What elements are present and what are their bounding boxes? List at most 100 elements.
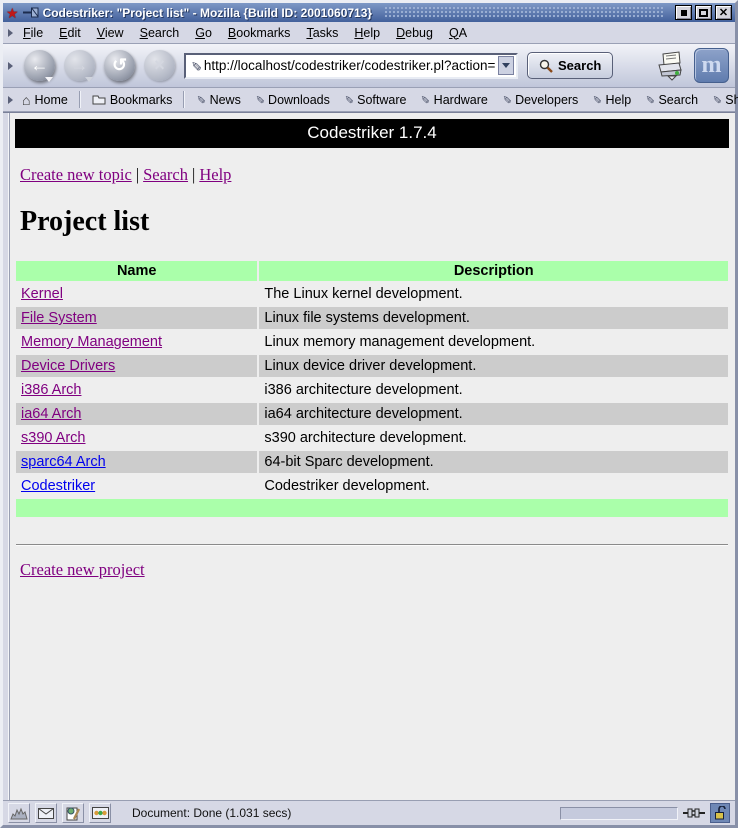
project-link[interactable]: sparc64 Arch bbox=[21, 454, 106, 470]
toolbar-separator bbox=[79, 91, 81, 108]
create-new-project-link[interactable]: Create new project bbox=[20, 560, 145, 579]
project-description: i386 architecture development. bbox=[259, 379, 728, 401]
bookmark-label: Help bbox=[606, 93, 632, 107]
folder-icon bbox=[92, 94, 106, 105]
url-dropdown-button[interactable] bbox=[498, 56, 514, 75]
table-row: i386 Arch i386 architecture development. bbox=[16, 379, 728, 401]
bookmark-item-software[interactable]: ✎Software bbox=[337, 91, 414, 109]
column-header-name: Name bbox=[16, 261, 257, 281]
bookmark-item-bookmarks[interactable]: Bookmarks bbox=[85, 91, 180, 109]
reload-button[interactable]: ↺ bbox=[104, 50, 135, 81]
project-link[interactable]: Memory Management bbox=[21, 334, 162, 350]
bookmark-label: Developers bbox=[515, 93, 578, 107]
project-link[interactable]: i386 Arch bbox=[21, 382, 81, 398]
mail-icon bbox=[38, 808, 54, 819]
back-button[interactable]: ← bbox=[24, 50, 55, 81]
toolbar-grippy[interactable] bbox=[5, 44, 15, 87]
project-link[interactable]: Kernel bbox=[21, 286, 63, 302]
navigator-component-button[interactable] bbox=[8, 803, 30, 823]
projects-table: Name Description Kernel The Linux kernel… bbox=[14, 259, 730, 519]
table-row: Codestriker Codestriker development. bbox=[16, 475, 728, 497]
project-link[interactable]: Codestriker bbox=[21, 478, 95, 494]
page-nav-links: Create new topic|Search|Help bbox=[20, 165, 730, 185]
menu-debug[interactable]: Debug bbox=[388, 23, 441, 43]
search-button-label: Search bbox=[558, 58, 601, 73]
quill-icon: ✎ bbox=[194, 95, 207, 104]
column-header-description: Description bbox=[259, 261, 728, 281]
menu-bookmarks[interactable]: Bookmarks bbox=[220, 23, 299, 43]
minimize-button[interactable] bbox=[675, 5, 692, 20]
project-link[interactable]: ia64 Arch bbox=[21, 406, 81, 422]
close-button[interactable]: ✕ bbox=[715, 5, 732, 20]
horizontal-rule bbox=[16, 544, 728, 546]
minimize-icon bbox=[681, 10, 687, 16]
bookmark-label: Shop bbox=[725, 93, 738, 107]
menu-view[interactable]: View bbox=[89, 23, 132, 43]
bookmark-label: Search bbox=[658, 93, 698, 107]
help-link[interactable]: Help bbox=[199, 165, 231, 184]
home-icon: ⌂ bbox=[22, 93, 30, 107]
url-input[interactable] bbox=[204, 58, 495, 73]
bookmark-item-home[interactable]: ⌂ Home bbox=[15, 91, 75, 109]
menu-tasks[interactable]: Tasks bbox=[298, 23, 346, 43]
window-manager-star-icon: ★ bbox=[6, 6, 19, 20]
menu-edit[interactable]: Edit bbox=[51, 23, 89, 43]
bookmark-label: Hardware bbox=[434, 93, 488, 107]
window-pin-icon[interactable] bbox=[23, 7, 39, 18]
menu-help[interactable]: Help bbox=[346, 23, 388, 43]
addressbook-component-button[interactable] bbox=[89, 803, 111, 823]
security-button[interactable] bbox=[710, 803, 730, 823]
menubar-grippy[interactable] bbox=[5, 22, 15, 43]
project-description: Linux memory management development. bbox=[259, 331, 728, 353]
bookmark-item-hardware[interactable]: ✎Hardware bbox=[413, 91, 494, 109]
table-row: sparc64 Arch 64-bit Sparc development. bbox=[16, 451, 728, 473]
composer-component-button[interactable] bbox=[62, 803, 84, 823]
project-link[interactable]: Device Drivers bbox=[21, 358, 115, 374]
create-new-topic-link[interactable]: Create new topic bbox=[20, 165, 132, 184]
create-project-section: Create new project bbox=[20, 560, 730, 580]
mail-component-button[interactable] bbox=[35, 803, 57, 823]
personal-toolbar-grippy[interactable] bbox=[5, 88, 15, 111]
menu-qa[interactable]: QA bbox=[441, 23, 475, 43]
bookmark-item-shop[interactable]: ✎Shop bbox=[705, 91, 738, 109]
project-link[interactable]: s390 Arch bbox=[21, 430, 86, 446]
project-description: Linux file systems development. bbox=[259, 307, 728, 329]
stop-button[interactable]: × bbox=[144, 50, 175, 81]
bookmark-item-downloads[interactable]: ✎Downloads bbox=[248, 91, 337, 109]
menu-file[interactable]: File bbox=[15, 23, 51, 43]
bookmark-item-developers[interactable]: ✎Developers bbox=[495, 91, 585, 109]
project-description: Linux device driver development. bbox=[259, 355, 728, 377]
titlebar[interactable]: ★ Codestriker: "Project list" - Mozilla … bbox=[3, 3, 735, 22]
search-link[interactable]: Search bbox=[143, 165, 188, 184]
mozilla-throbber[interactable]: m bbox=[694, 48, 729, 83]
search-button[interactable]: Search bbox=[527, 52, 613, 79]
table-row: Kernel The Linux kernel development. bbox=[16, 283, 728, 305]
bookmark-item-help[interactable]: ✎Help bbox=[585, 91, 638, 109]
composer-icon bbox=[66, 806, 81, 821]
web-page: Codestriker 1.7.4 Create new topic|Searc… bbox=[10, 113, 735, 800]
window-title: Codestriker: "Project list" - Mozilla {B… bbox=[43, 6, 373, 20]
personal-toolbar: ⌂ Home Bookmarks ✎News ✎Downloads ✎Softw… bbox=[3, 88, 735, 112]
menu-go[interactable]: Go bbox=[187, 23, 220, 43]
bookmark-item-search[interactable]: ✎Search bbox=[638, 91, 705, 109]
table-row: Memory Management Linux memory managemen… bbox=[16, 331, 728, 353]
back-dropdown-icon[interactable] bbox=[45, 77, 53, 82]
project-description: The Linux kernel development. bbox=[259, 283, 728, 305]
maximize-button[interactable] bbox=[695, 5, 712, 20]
bookmark-label: News bbox=[210, 93, 241, 107]
sidebar-splitter[interactable] bbox=[3, 113, 10, 800]
table-header-row: Name Description bbox=[16, 261, 728, 281]
project-link[interactable]: File System bbox=[21, 310, 97, 326]
online-status-button[interactable] bbox=[683, 807, 705, 819]
table-row: Device Drivers Linux device driver devel… bbox=[16, 355, 728, 377]
table-footer-row bbox=[16, 499, 728, 517]
forward-button[interactable]: → bbox=[64, 50, 95, 81]
print-button[interactable] bbox=[653, 51, 685, 81]
bookmark-quill-icon[interactable]: ✎ bbox=[187, 60, 203, 71]
forward-dropdown-icon bbox=[85, 77, 93, 82]
table-row: s390 Arch s390 architecture development. bbox=[16, 427, 728, 449]
bookmark-item-news[interactable]: ✎News bbox=[189, 91, 247, 109]
statusbar: Document: Done (1.031 secs) bbox=[3, 800, 735, 825]
bookmark-label: Software bbox=[357, 93, 406, 107]
menu-search[interactable]: Search bbox=[132, 23, 188, 43]
